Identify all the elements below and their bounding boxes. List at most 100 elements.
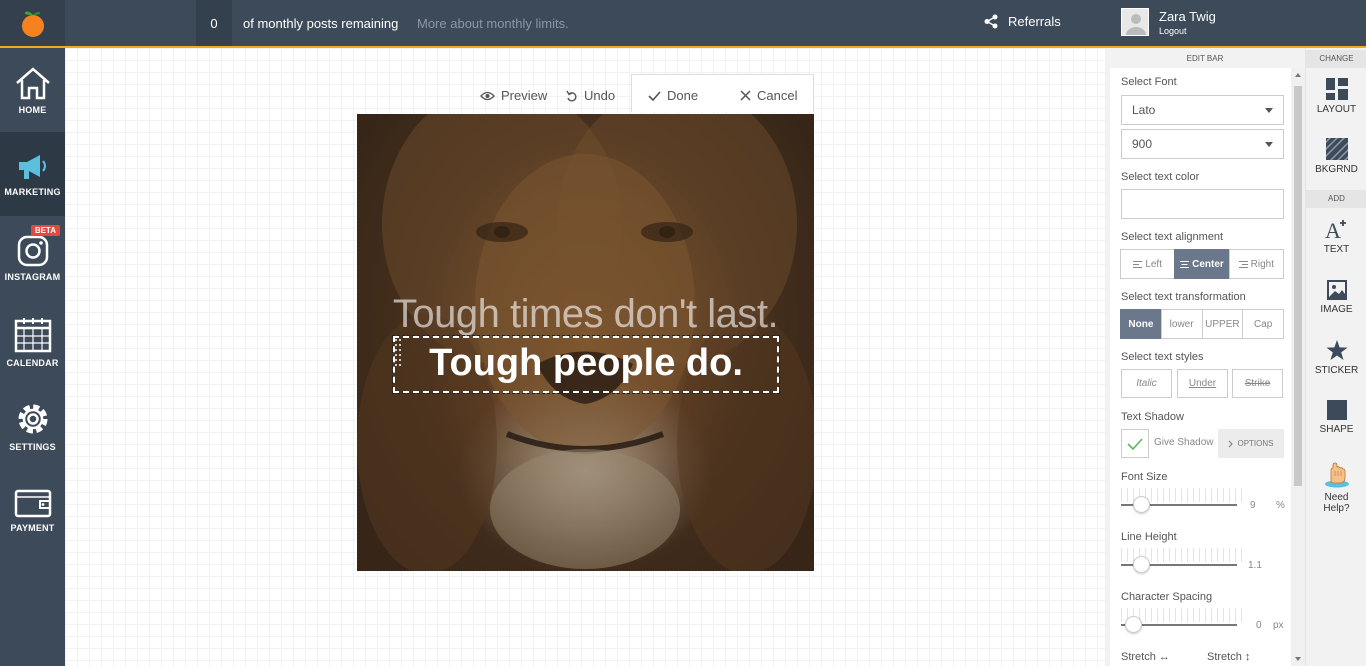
left-nav: HOME MARKETING BETA INSTAGRAM CALENDAR S… xyxy=(0,48,65,666)
font-size-slider[interactable] xyxy=(1121,496,1237,513)
star-icon xyxy=(1326,340,1347,360)
char-spacing-knob[interactable] xyxy=(1125,616,1142,633)
nav-item-instagram[interactable]: BETA INSTAGRAM xyxy=(0,216,65,300)
help-hand-icon xyxy=(1324,462,1349,488)
char-spacing-slider[interactable] xyxy=(1121,616,1237,633)
transform-none-button[interactable]: None xyxy=(1120,309,1162,339)
nav-label: MARKETING xyxy=(4,187,61,197)
nav-item-home[interactable]: HOME xyxy=(0,48,65,132)
add-header: ADD xyxy=(1306,190,1366,208)
layout-button[interactable]: LAYOUT xyxy=(1306,78,1366,115)
transform-lower-button[interactable]: lower xyxy=(1160,309,1203,339)
add-image-button[interactable]: IMAGE xyxy=(1306,280,1366,315)
avatar xyxy=(1121,8,1149,36)
need-help-button[interactable]: Need Help? xyxy=(1306,460,1366,514)
text-color-input[interactable] xyxy=(1121,189,1284,219)
layout-label: LAYOUT xyxy=(1316,104,1357,115)
cancel-button[interactable]: Cancel xyxy=(740,88,797,103)
megaphone-icon xyxy=(18,155,46,179)
nav-item-settings[interactable]: SETTINGS xyxy=(0,384,65,468)
stretch-vertical-label: Stretch ↕ xyxy=(1207,651,1251,663)
posts-remaining-text: of monthly posts remaining xyxy=(243,16,399,31)
font-size-unit: % xyxy=(1276,500,1285,511)
strike-button[interactable]: Strike xyxy=(1232,369,1283,398)
orange-logo-icon xyxy=(21,11,44,37)
font-family-select[interactable]: Lato xyxy=(1121,95,1284,125)
italic-button[interactable]: Italic xyxy=(1121,369,1172,398)
gear-icon xyxy=(18,404,47,434)
font-size-knob[interactable] xyxy=(1133,496,1150,513)
line-height-slider[interactable] xyxy=(1121,556,1237,573)
shadow-options-button[interactable]: OPTIONS xyxy=(1218,429,1284,458)
nav-item-marketing[interactable]: MARKETING xyxy=(0,132,65,216)
line-height-knob[interactable] xyxy=(1133,556,1150,573)
scrollbar-thumb[interactable] xyxy=(1294,86,1302,486)
image-label: IMAGE xyxy=(1320,304,1353,315)
undo-button[interactable]: Undo xyxy=(566,88,615,103)
font-weight-select[interactable]: 900 xyxy=(1121,129,1284,159)
drag-handle-icon[interactable] xyxy=(395,338,401,368)
done-button[interactable]: Done xyxy=(648,88,698,103)
scroll-down-icon[interactable] xyxy=(1291,654,1305,664)
svg-text:A: A xyxy=(1325,218,1341,240)
nav-item-payment[interactable]: PAYMENT xyxy=(0,468,65,552)
text-styles-label: Select text styles xyxy=(1121,351,1204,363)
check-icon xyxy=(1127,437,1143,450)
edit-bar: EDIT BAR Select Font Lato 900 Select tex… xyxy=(1105,48,1305,666)
text-color-label: Select text color xyxy=(1121,171,1200,183)
poster-line-1[interactable]: Tough times don't last. xyxy=(357,292,814,337)
align-right-button[interactable]: Right xyxy=(1228,249,1284,279)
text-shadow-label: Text Shadow xyxy=(1121,411,1184,423)
edit-bar-scrollbar[interactable] xyxy=(1291,68,1305,666)
font-weight-value: 900 xyxy=(1132,137,1153,151)
undo-label: Undo xyxy=(584,88,616,103)
align-right-label: Right xyxy=(1250,258,1274,270)
eye-icon xyxy=(480,91,495,100)
logo[interactable] xyxy=(0,0,65,46)
transformation-group: None lower UPPER Cap xyxy=(1120,309,1284,339)
align-left-label: Left xyxy=(1145,258,1162,270)
background-label: BKGRND xyxy=(1315,164,1358,175)
shape-label: SHAPE xyxy=(1319,424,1354,435)
close-icon xyxy=(740,90,751,101)
transform-upper-button[interactable]: UPPER xyxy=(1201,309,1244,339)
user-menu[interactable]: Zara Twig Logout xyxy=(1121,8,1216,36)
design-canvas[interactable]: Tough times don't last. Tough people do. xyxy=(357,114,814,571)
logout-link[interactable]: Logout xyxy=(1159,26,1216,36)
preview-button[interactable]: Preview xyxy=(480,88,547,103)
share-icon xyxy=(984,14,998,29)
add-sticker-button[interactable]: STICKER xyxy=(1306,340,1366,376)
background-button[interactable]: BKGRND xyxy=(1306,138,1366,175)
home-icon xyxy=(15,67,50,100)
selected-text-box[interactable]: Tough people do. xyxy=(392,335,780,394)
char-spacing-value: 0 xyxy=(1256,620,1262,631)
scroll-up-icon[interactable] xyxy=(1291,70,1305,80)
add-shape-button[interactable]: SHAPE xyxy=(1306,400,1366,435)
top-bar: 0 of monthly posts remaining More about … xyxy=(0,0,1366,48)
add-text-button[interactable]: A TEXT xyxy=(1306,218,1366,255)
user-name: Zara Twig xyxy=(1159,8,1216,24)
transform-cap-button[interactable]: Cap xyxy=(1242,309,1284,339)
align-left-button[interactable]: Left xyxy=(1120,249,1176,279)
edit-bar-panel: Select Font Lato 900 Select text color S… xyxy=(1110,68,1291,666)
text-label: TEXT xyxy=(1323,244,1350,255)
shadow-checkbox[interactable] xyxy=(1121,429,1149,458)
monthly-limits-link[interactable]: More about monthly limits. xyxy=(417,16,569,31)
chevron-down-icon xyxy=(1265,142,1273,147)
nav-label: PAYMENT xyxy=(10,523,55,533)
nav-label: INSTAGRAM xyxy=(4,272,61,282)
square-shape-icon xyxy=(1326,400,1347,420)
referrals-link[interactable]: Referrals xyxy=(984,14,1061,29)
align-center-icon xyxy=(1180,260,1190,268)
instagram-icon xyxy=(17,235,48,267)
stretch-horizontal-label: Stretch ↔ xyxy=(1121,651,1170,663)
nav-label: HOME xyxy=(18,105,47,115)
font-family-value: Lato xyxy=(1132,103,1156,117)
referrals-label: Referrals xyxy=(1008,14,1061,29)
underline-button[interactable]: Under xyxy=(1177,369,1228,398)
give-shadow-label: Give Shadow xyxy=(1154,437,1214,448)
undo-icon xyxy=(566,90,577,102)
nav-item-calendar[interactable]: CALENDAR xyxy=(0,300,65,384)
align-center-button[interactable]: Center xyxy=(1174,249,1230,279)
background-pattern-icon xyxy=(1325,138,1348,160)
